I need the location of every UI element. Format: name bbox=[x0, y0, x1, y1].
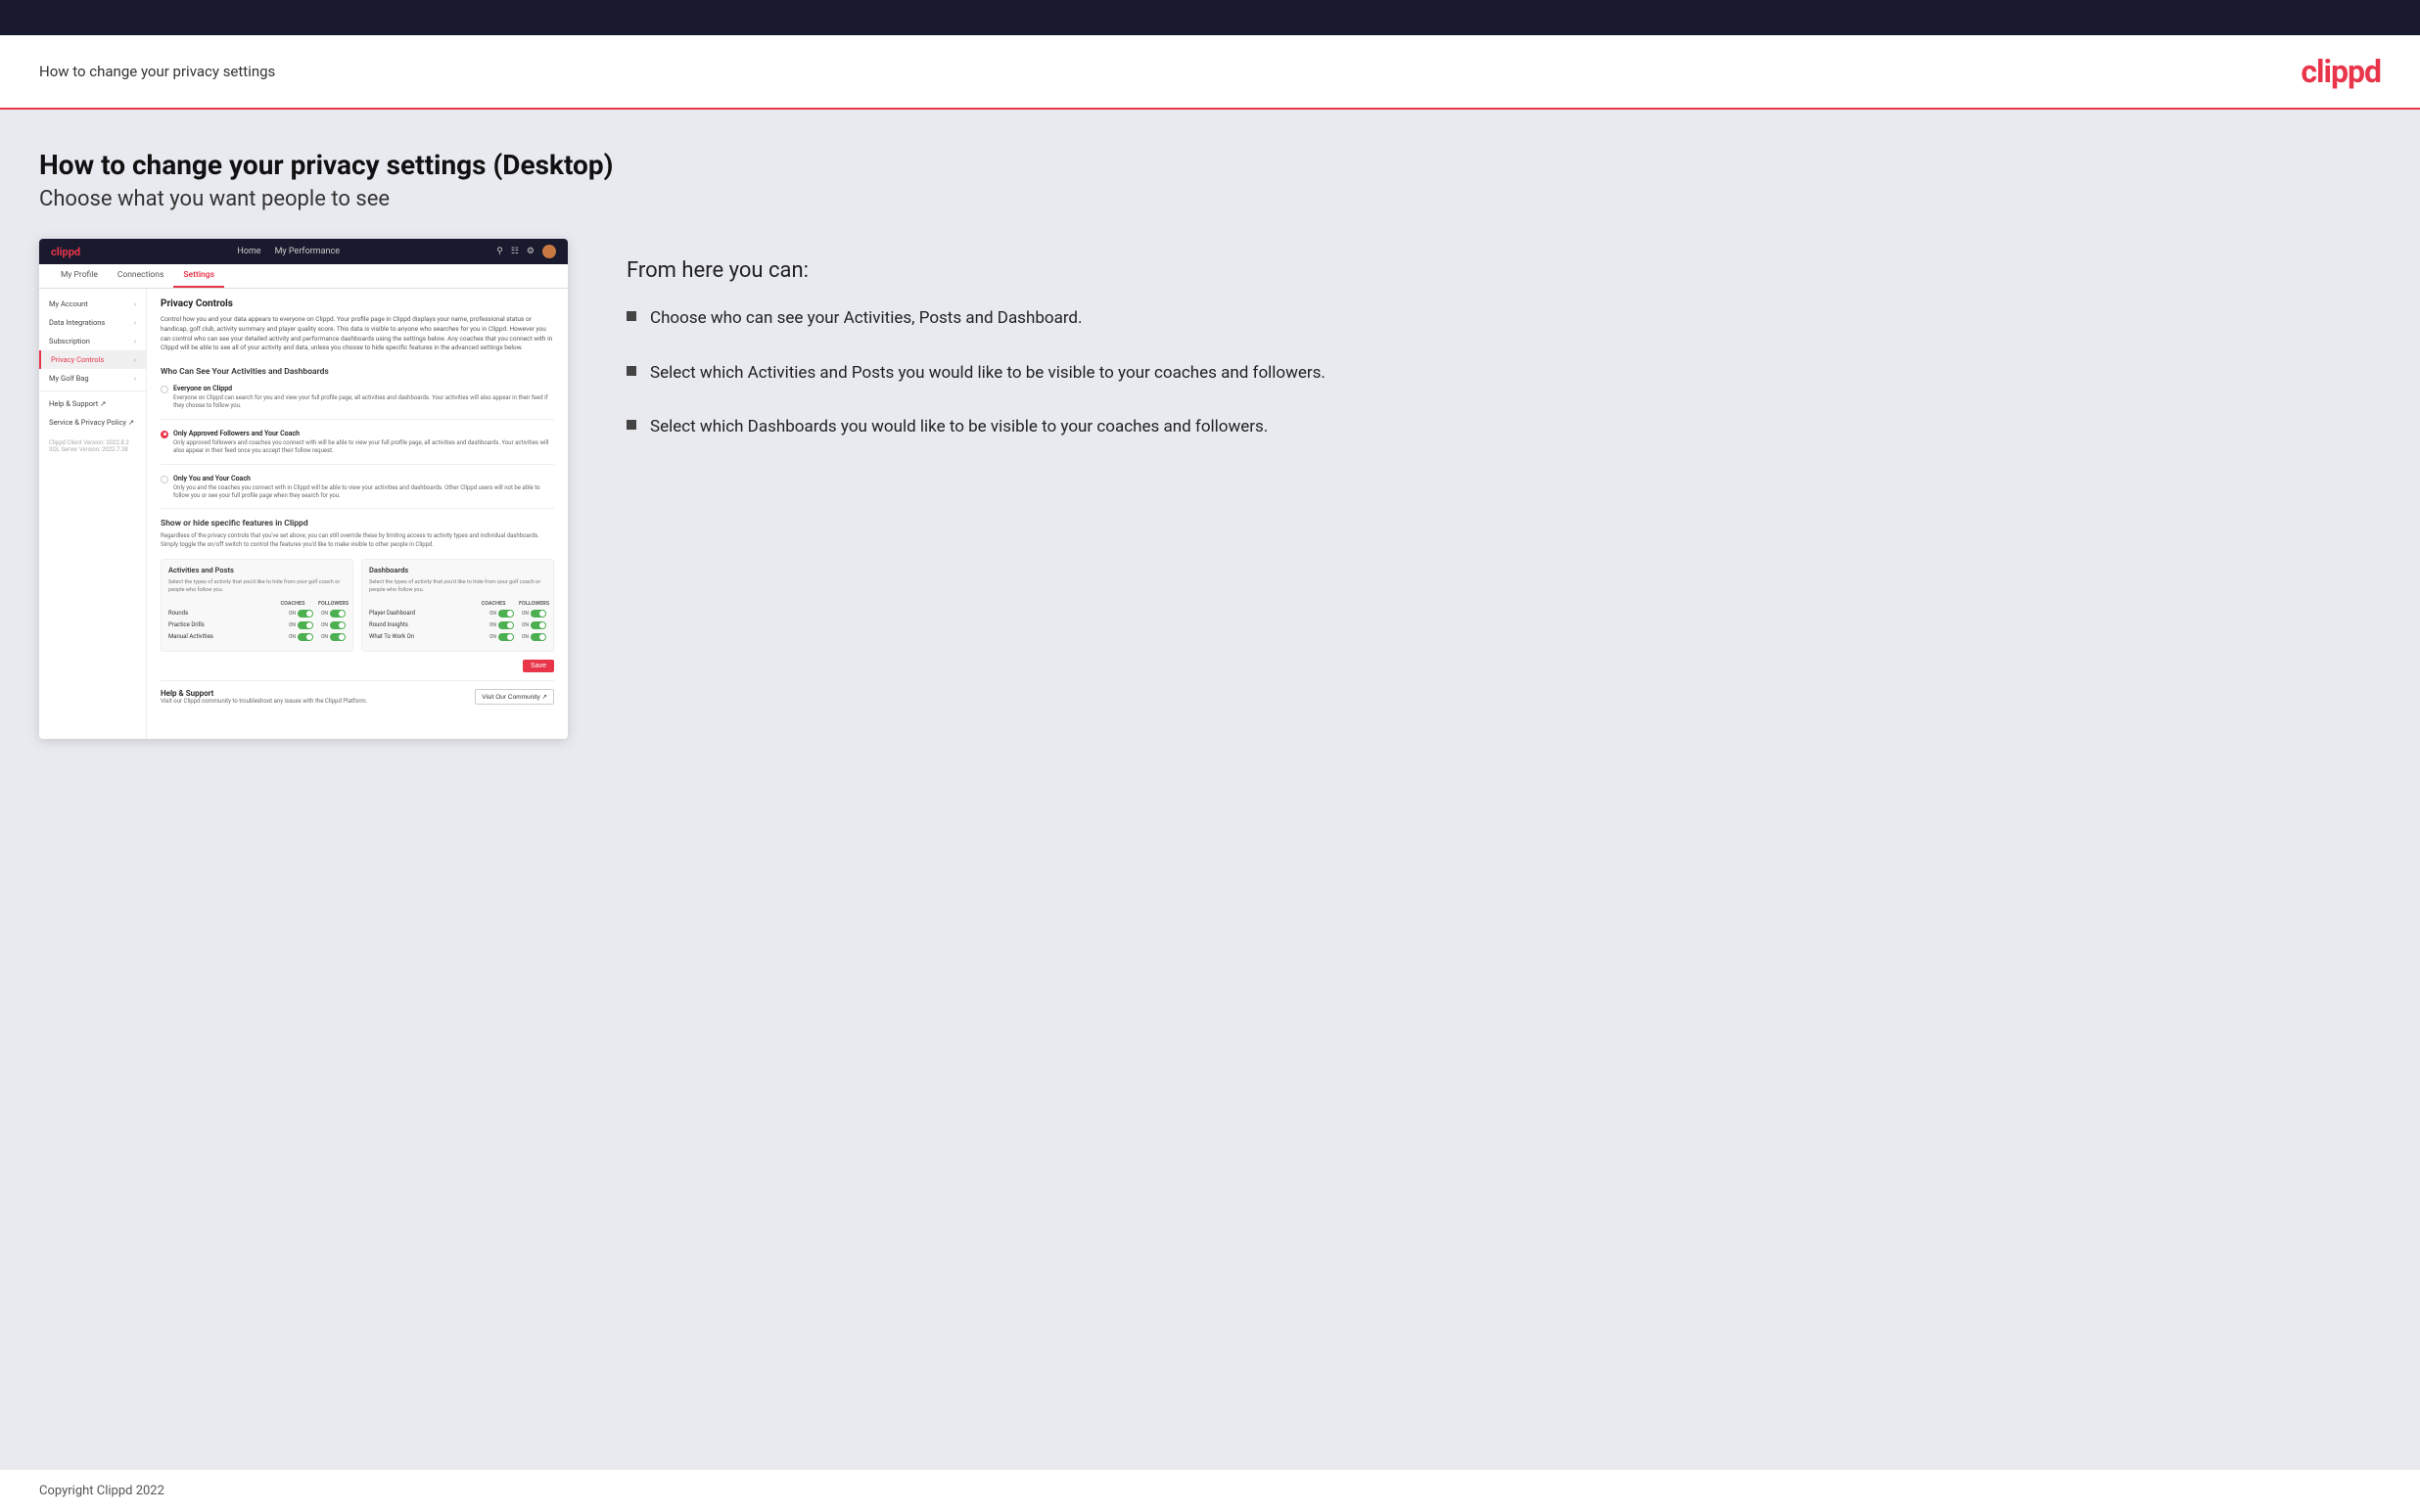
mini-sidebar: My Account › Data Integrations › Subscri… bbox=[39, 289, 147, 739]
avatar-icon[interactable] bbox=[542, 245, 556, 258]
toggle-row-round-insights: Round Insights ON ON bbox=[369, 621, 546, 629]
toggle-row-player-dashboard: Player Dashboard ON ON bbox=[369, 610, 546, 618]
radio-option-followers-coach[interactable]: Only Approved Followers and Your Coach O… bbox=[161, 430, 554, 465]
content-row: clippd Home My Performance ⚲ ☷ ⚙ My Prof… bbox=[39, 239, 2381, 739]
mini-logo: clippd bbox=[51, 246, 80, 258]
mini-nav-links: Home My Performance bbox=[237, 247, 340, 256]
sidebar-item-my-golf-bag[interactable]: My Golf Bag › bbox=[39, 369, 146, 388]
mini-tabs: My Profile Connections Settings bbox=[39, 264, 568, 289]
toggle-round-insights-coaches[interactable]: ON bbox=[489, 621, 514, 629]
mini-show-hide-title: Show or hide specific features in Clippd bbox=[161, 519, 554, 528]
sidebar-item-help-support[interactable]: Help & Support ↗ bbox=[39, 394, 146, 413]
toggle-work-on-followers[interactable]: ON bbox=[522, 633, 546, 641]
mini-nav-icons: ⚲ ☷ ⚙ bbox=[496, 245, 556, 258]
tab-my-profile[interactable]: My Profile bbox=[51, 264, 108, 288]
toggle-row-manual: Manual Activities ON ON bbox=[168, 633, 346, 641]
sidebar-item-my-account[interactable]: My Account › bbox=[39, 295, 146, 313]
radio-dot-everyone bbox=[161, 386, 168, 393]
logo: clippd bbox=[2301, 53, 2381, 90]
mini-help-section: Help & Support Visit our Clippd communit… bbox=[161, 680, 554, 705]
toggle-rounds-followers[interactable]: ON bbox=[321, 610, 346, 618]
bullet-text-2: Select which Activities and Posts you wo… bbox=[650, 361, 1326, 387]
toggle-manual-coaches[interactable]: ON bbox=[289, 633, 313, 641]
mini-toggle-grid: Activities and Posts Select the types of… bbox=[161, 559, 554, 651]
mini-nav: clippd Home My Performance ⚲ ☷ ⚙ bbox=[39, 239, 568, 264]
mini-main-content: Privacy Controls Control how you and you… bbox=[147, 289, 568, 739]
search-icon[interactable]: ⚲ bbox=[496, 247, 503, 256]
bullet-square-3 bbox=[627, 420, 636, 430]
mini-description: Control how you and your data appears to… bbox=[161, 315, 554, 353]
chevron-right-icon: › bbox=[134, 375, 136, 383]
dashboards-col: Dashboards Select the types of activity … bbox=[361, 559, 554, 651]
help-desc: Visit our Clippd community to troublesho… bbox=[161, 698, 367, 705]
sidebar-divider bbox=[39, 390, 146, 391]
chevron-right-icon: › bbox=[134, 338, 136, 345]
save-row: Save bbox=[161, 660, 554, 672]
chevron-right-icon: › bbox=[134, 356, 136, 364]
toggle-drills-followers[interactable]: ON bbox=[321, 621, 346, 629]
tab-connections[interactable]: Connections bbox=[108, 264, 174, 288]
toggle-drills-coaches[interactable]: ON bbox=[289, 621, 313, 629]
mini-layout: My Account › Data Integrations › Subscri… bbox=[39, 289, 568, 739]
bullet-text-1: Choose who can see your Activities, Post… bbox=[650, 306, 1083, 332]
tab-settings[interactable]: Settings bbox=[173, 264, 224, 288]
toggle-row-practice-drills: Practice Drills ON ON bbox=[168, 621, 346, 629]
radio-dot-only-you bbox=[161, 476, 168, 483]
radio-dot-followers-coach bbox=[161, 431, 168, 438]
settings-icon[interactable]: ⚙ bbox=[527, 247, 535, 256]
toggle-manual-followers[interactable]: ON bbox=[321, 633, 346, 641]
page-subheading: Choose what you want people to see bbox=[39, 187, 2381, 211]
mini-nav-performance[interactable]: My Performance bbox=[275, 247, 340, 256]
visit-community-button[interactable]: Visit Our Community ↗ bbox=[475, 689, 554, 705]
copyright: Copyright Clippd 2022 bbox=[39, 1484, 164, 1498]
main-content: How to change your privacy settings (Des… bbox=[0, 110, 2420, 1469]
radio-option-everyone[interactable]: Everyone on Clippd Everyone on Clippd ca… bbox=[161, 385, 554, 420]
mini-show-hide-desc: Regardless of the privacy controls that … bbox=[161, 532, 554, 549]
chevron-right-icon: › bbox=[134, 300, 136, 308]
screenshot-mockup: clippd Home My Performance ⚲ ☷ ⚙ My Prof… bbox=[39, 239, 568, 739]
sidebar-item-service-privacy[interactable]: Service & Privacy Policy ↗ bbox=[39, 413, 146, 432]
radio-option-only-you[interactable]: Only You and Your Coach Only you and the… bbox=[161, 475, 554, 510]
bullet-square-1 bbox=[627, 311, 636, 321]
bullet-square-2 bbox=[627, 366, 636, 376]
toggle-rounds-coaches[interactable]: ON bbox=[289, 610, 313, 618]
bullet-item-2: Select which Activities and Posts you wo… bbox=[627, 361, 2381, 387]
top-bar bbox=[0, 0, 2420, 35]
activities-col: Activities and Posts Select the types of… bbox=[161, 559, 353, 651]
sidebar-item-privacy-controls[interactable]: Privacy Controls › bbox=[39, 350, 146, 369]
toggle-player-dashboard-followers[interactable]: ON bbox=[522, 610, 546, 618]
chevron-right-icon: › bbox=[134, 319, 136, 327]
toggle-row-what-to-work-on: What To Work On ON ON bbox=[369, 633, 546, 641]
bullet-list: Choose who can see your Activities, Post… bbox=[627, 306, 2381, 440]
toggle-work-on-coaches[interactable]: ON bbox=[489, 633, 514, 641]
grid-icon[interactable]: ☷ bbox=[511, 247, 519, 256]
toggle-player-dashboard-coaches[interactable]: ON bbox=[489, 610, 514, 618]
bullet-text-3: Select which Dashboards you would like t… bbox=[650, 415, 1268, 440]
footer: Copyright Clippd 2022 bbox=[0, 1469, 2420, 1512]
sidebar-version: Clippd Client Version: 2022.8.2SQL Serve… bbox=[39, 432, 146, 461]
bullet-item-3: Select which Dashboards you would like t… bbox=[627, 415, 2381, 440]
toggle-round-insights-followers[interactable]: ON bbox=[522, 621, 546, 629]
page-heading: How to change your privacy settings (Des… bbox=[39, 149, 2381, 181]
sidebar-item-subscription[interactable]: Subscription › bbox=[39, 332, 146, 350]
header: How to change your privacy settings clip… bbox=[0, 35, 2420, 110]
right-panel: From here you can: Choose who can see yo… bbox=[607, 239, 2381, 440]
toggle-row-rounds: Rounds ON ON bbox=[168, 610, 346, 618]
header-title: How to change your privacy settings bbox=[39, 63, 275, 80]
from-here-title: From here you can: bbox=[627, 258, 2381, 283]
bullet-item-1: Choose who can see your Activities, Post… bbox=[627, 306, 2381, 332]
mini-who-title: Who Can See Your Activities and Dashboar… bbox=[161, 363, 554, 377]
mini-section-title: Privacy Controls bbox=[161, 298, 554, 309]
save-button[interactable]: Save bbox=[523, 660, 554, 672]
help-title: Help & Support bbox=[161, 689, 367, 698]
mini-nav-home[interactable]: Home bbox=[237, 247, 260, 256]
sidebar-item-data-integrations[interactable]: Data Integrations › bbox=[39, 313, 146, 332]
